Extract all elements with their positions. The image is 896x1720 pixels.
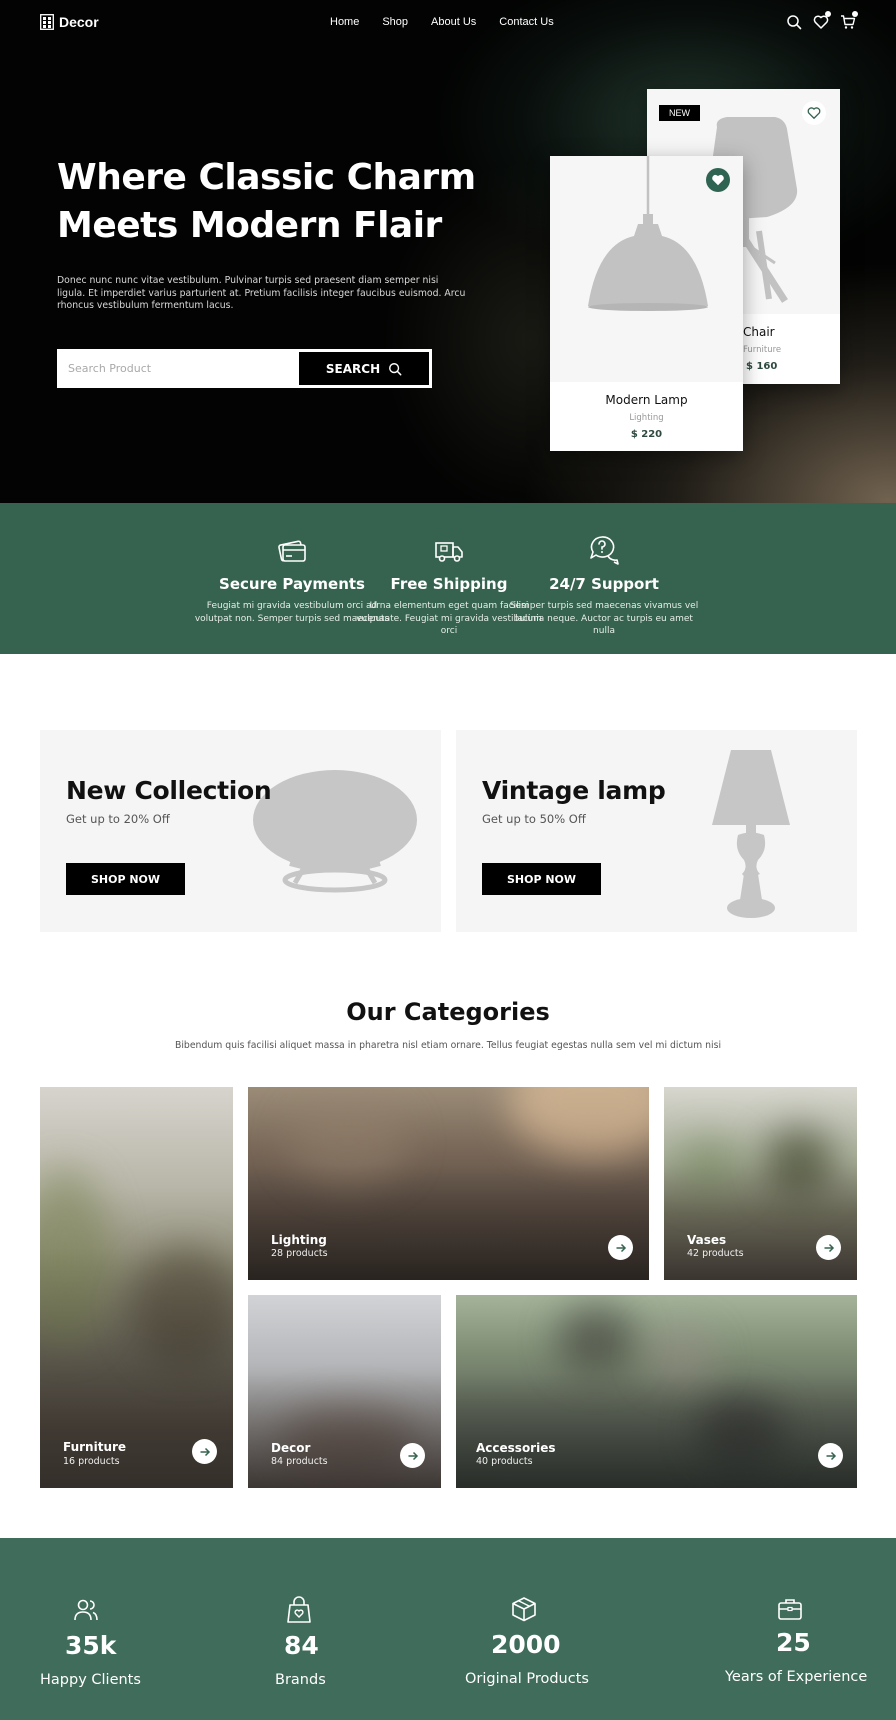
category-name: Lighting [271,1233,327,1247]
new-badge: NEW [659,105,700,121]
stat-label: Brands [275,1672,326,1688]
category-name: Decor [271,1441,311,1455]
favorite-button[interactable] [706,168,730,192]
promo-title: Vintage lamp [482,776,666,805]
features-bar: Secure Payments Feugiat mi gravida vesti… [0,503,896,654]
product-card-modern-lamp[interactable]: Modern Lamp Lighting $ 220 [550,156,743,451]
promo-title: New Collection [66,776,272,805]
arrow-right-icon[interactable] [818,1443,843,1468]
nav-icons [786,11,858,30]
credit-card-icon [278,540,306,562]
search-icon[interactable] [786,14,802,30]
category-name: Vases [687,1233,727,1247]
stat-label: Years of Experience [725,1669,868,1685]
stat-label: Happy Clients [40,1672,141,1688]
category-count: 40 products [476,1456,533,1467]
stat-value: 2000 [491,1630,561,1659]
search-button[interactable]: SEARCH [299,352,429,385]
logo-icon [40,14,54,30]
arrow-right-icon[interactable] [608,1235,633,1260]
promo-vintage-lamp: Vintage lamp Get up to 50% Off SHOP NOW [456,730,857,932]
cart-badge [852,11,858,17]
armchair-image [253,770,417,893]
category-tile-accessories[interactable]: Accessories 40 products [456,1295,857,1488]
heart-icon [807,107,821,119]
arrow-right-icon[interactable] [816,1235,841,1260]
product-price: $ 160 [746,361,778,372]
promo-subtitle: Get up to 50% Off [482,812,586,826]
category-count: 16 products [63,1456,120,1467]
heart-icon[interactable] [813,11,831,30]
product-price: $ 220 [630,429,663,440]
stat-value: 84 [284,1631,319,1660]
promo-new-collection: New Collection Get up to 20% Off SHOP NO… [40,730,441,932]
hero-title-line: Meets Modern Flair [57,205,442,246]
stat-label: Original Products [465,1671,589,1687]
categories-heading: Our Categories [346,998,550,1026]
tile-photo-blur [508,1087,649,1157]
logo[interactable]: Decor [40,14,99,30]
hero-title: Where Classic Charm Meets Modern Flair [57,154,477,250]
product-category: Furniture [743,345,782,355]
tile-shade [248,1164,649,1280]
stat-value: 25 [776,1628,811,1657]
category-count: 42 products [687,1248,744,1259]
product-name: Modern Lamp [605,393,688,407]
feature-title: 24/7 Support [549,575,659,593]
product-search: SEARCH [57,349,432,388]
arrow-right-icon[interactable] [192,1439,217,1464]
box-icon [512,1597,536,1622]
briefcase-icon [778,1599,802,1620]
category-tile-vases[interactable]: Vases 42 products [664,1087,857,1280]
nav-link-home[interactable]: Home [330,16,359,28]
tile-photo-blur [556,1305,636,1375]
truck-icon [435,542,463,562]
stat-value: 35k [65,1631,117,1660]
category-tile-lighting[interactable]: Lighting 28 products [248,1087,649,1280]
product-name: Chair [743,325,775,339]
arrow-right-icon[interactable] [400,1443,425,1468]
promo-subtitle: Get up to 20% Off [66,812,170,826]
nav-link-contact[interactable]: Contact Us [499,16,553,28]
hero-title-line: Where Classic Charm [57,157,476,198]
tile-shade [456,1372,857,1488]
category-tile-furniture[interactable]: Furniture 16 products [40,1087,233,1488]
category-name: Furniture [63,1440,127,1454]
category-count: 84 products [271,1456,328,1467]
tile-shade [248,1372,441,1488]
feature-text: Semper turpis sed maecenas vivamus vel l… [509,601,699,636]
nav-link-shop[interactable]: Shop [382,16,408,28]
category-tile-decor[interactable]: Decor 84 products [248,1295,441,1488]
hero-description: Donec nunc nunc vitae vestibulum. Pulvin… [57,275,466,311]
support-chat-icon [590,536,619,565]
product-category: Lighting [629,413,664,423]
tile-shade [664,1164,857,1280]
categories-subtitle: Bibendum quis facilisi aliquet massa in … [174,1040,722,1051]
shop-now-button[interactable]: SHOP NOW [66,863,185,895]
category-count: 28 products [271,1248,328,1259]
shopping-bag-icon [287,1596,311,1623]
search-button-label: SEARCH [325,361,381,376]
logo-text: Decor [59,14,99,30]
hero-section: Decor Home Shop About Us Contact Us Wher… [0,0,896,503]
search-input[interactable] [60,352,299,385]
search-icon [389,362,402,375]
nav-links: Home Shop About Us Contact Us [330,16,554,28]
favorite-button[interactable] [802,101,826,125]
stats-section: 35k Happy Clients 84 Brands 2000 Origina… [0,1538,896,1720]
users-icon [74,1599,98,1621]
nav-link-about[interactable]: About Us [431,16,476,28]
shop-now-button[interactable]: SHOP NOW [482,863,601,895]
cart-icon[interactable] [840,11,858,30]
product-image [550,156,743,382]
heart-filled-icon [712,174,724,186]
vintage-lamp-image [712,750,790,918]
navbar: Decor Home Shop About Us Contact Us [0,0,896,48]
category-name: Accessories [476,1441,556,1455]
wishlist-badge [825,11,831,17]
